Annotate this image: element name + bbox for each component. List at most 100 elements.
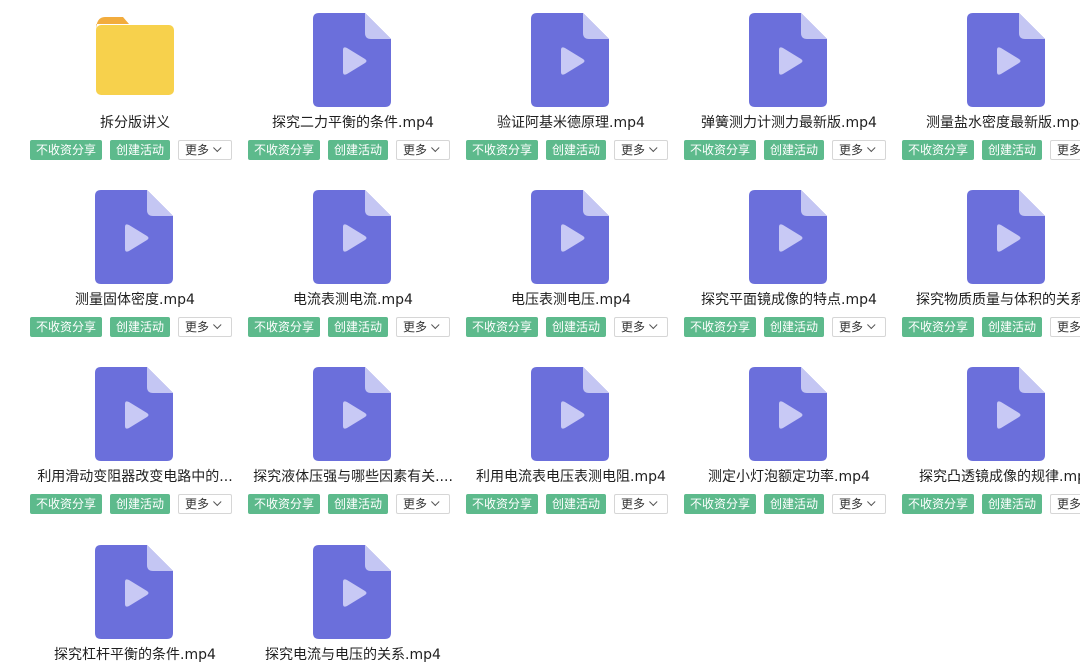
file-tile-9[interactable]: 探究平面镜成像的特点.mp4 不收资分享 创建活动 更多 (684, 190, 894, 340)
create-activity-button[interactable]: 创建活动 (982, 494, 1043, 514)
create-activity-button[interactable]: 创建活动 (546, 317, 607, 337)
file-actions: 不收资分享 创建活动 更多 (248, 317, 451, 339)
more-dropdown[interactable]: 更多 (396, 140, 451, 160)
file-name[interactable]: 探究杠杆平衡的条件.mp4 (20, 645, 250, 665)
more-dropdown[interactable]: 更多 (396, 317, 451, 337)
file-name[interactable]: 电压表测电压.mp4 (456, 290, 686, 310)
more-dropdown[interactable]: 更多 (396, 494, 451, 514)
more-dropdown[interactable]: 更多 (832, 140, 887, 160)
share-button[interactable]: 不收资分享 (30, 140, 103, 160)
file-name[interactable]: 拆分版讲义 (20, 113, 250, 133)
file-name[interactable]: 测定小灯泡额定功率.mp4 (674, 467, 904, 487)
create-activity-button[interactable]: 创建活动 (110, 494, 171, 514)
video-file-icon[interactable] (313, 545, 393, 639)
file-tile-17[interactable]: 探究电流与电压的关系.mp4 (248, 545, 458, 668)
more-dropdown[interactable]: 更多 (832, 494, 887, 514)
file-actions: 不收资分享 创建活动 更多 (466, 317, 669, 339)
file-tile-6[interactable]: 测量固体密度.mp4 不收资分享 创建活动 更多 (30, 190, 240, 340)
create-activity-button[interactable]: 创建活动 (764, 140, 825, 160)
file-actions: 不收资分享 创建活动 更多 (684, 140, 887, 162)
create-activity-button[interactable]: 创建活动 (982, 317, 1043, 337)
more-dropdown[interactable]: 更多 (614, 317, 669, 337)
file-tile-12[interactable]: 探究液体压强与哪些因素有关.... 不收资分享 创建活动 更多 (248, 367, 458, 517)
create-activity-button[interactable]: 创建活动 (110, 317, 171, 337)
file-name[interactable]: 验证阿基米德原理.mp4 (456, 113, 686, 133)
file-tile-16[interactable]: 探究杠杆平衡的条件.mp4 (30, 545, 240, 668)
file-tile-4[interactable]: 弹簧测力计测力最新版.mp4 不收资分享 创建活动 更多 (684, 13, 894, 163)
file-name[interactable]: 探究平面镜成像的特点.mp4 (674, 290, 904, 310)
file-tile-10[interactable]: 探究物质质量与体积的关系最 不收资分享 创建活动 更多 (902, 190, 1080, 340)
file-tile-7[interactable]: 电流表测电流.mp4 不收资分享 创建活动 更多 (248, 190, 458, 340)
more-dropdown[interactable]: 更多 (614, 494, 669, 514)
video-file-icon[interactable] (95, 190, 175, 284)
file-name[interactable]: 弹簧测力计测力最新版.mp4 (674, 113, 904, 133)
file-name[interactable]: 探究电流与电压的关系.mp4 (238, 645, 468, 665)
file-name[interactable]: 探究凸透镜成像的规律.mp4 (892, 467, 1080, 487)
share-button[interactable]: 不收资分享 (30, 317, 103, 337)
share-button[interactable]: 不收资分享 (684, 140, 757, 160)
share-button[interactable]: 不收资分享 (902, 317, 975, 337)
more-dropdown[interactable]: 更多 (832, 317, 887, 337)
more-dropdown[interactable]: 更多 (1050, 494, 1080, 514)
more-dropdown[interactable]: 更多 (178, 140, 233, 160)
create-activity-button[interactable]: 创建活动 (982, 140, 1043, 160)
share-button[interactable]: 不收资分享 (248, 494, 321, 514)
video-file-icon[interactable] (313, 367, 393, 461)
video-file-icon[interactable] (967, 13, 1047, 107)
create-activity-button[interactable]: 创建活动 (110, 140, 171, 160)
share-button[interactable]: 不收资分享 (466, 317, 539, 337)
video-file-icon[interactable] (749, 13, 829, 107)
more-dropdown[interactable]: 更多 (1050, 317, 1080, 337)
file-tile-3[interactable]: 验证阿基米德原理.mp4 不收资分享 创建活动 更多 (466, 13, 676, 163)
file-tile-13[interactable]: 利用电流表电压表测电阻.mp4 不收资分享 创建活动 更多 (466, 367, 676, 517)
file-tile-2[interactable]: 探究二力平衡的条件.mp4 不收资分享 创建活动 更多 (248, 13, 458, 163)
video-file-icon[interactable] (531, 367, 611, 461)
more-dropdown[interactable]: 更多 (178, 494, 233, 514)
video-file-icon[interactable] (313, 13, 393, 107)
video-file-icon[interactable] (313, 190, 393, 284)
create-activity-button[interactable]: 创建活动 (546, 140, 607, 160)
more-dropdown[interactable]: 更多 (614, 140, 669, 160)
file-name[interactable]: 探究液体压强与哪些因素有关.... (238, 467, 468, 487)
more-dropdown[interactable]: 更多 (1050, 140, 1080, 160)
create-activity-button[interactable]: 创建活动 (764, 494, 825, 514)
video-file-icon[interactable] (531, 190, 611, 284)
video-file-icon[interactable] (531, 13, 611, 107)
video-file-icon[interactable] (95, 545, 175, 639)
file-name[interactable]: 测量盐水密度最新版.mp4 (892, 113, 1080, 133)
share-button[interactable]: 不收资分享 (466, 494, 539, 514)
create-activity-button[interactable]: 创建活动 (328, 317, 389, 337)
file-tile-15[interactable]: 探究凸透镜成像的规律.mp4 不收资分享 创建活动 更多 (902, 367, 1080, 517)
file-actions: 不收资分享 创建活动 更多 (902, 317, 1080, 339)
share-button[interactable]: 不收资分享 (684, 494, 757, 514)
file-tile-11[interactable]: 利用滑动变阻器改变电路中的... 不收资分享 创建活动 更多 (30, 367, 240, 517)
share-button[interactable]: 不收资分享 (248, 140, 321, 160)
create-activity-button[interactable]: 创建活动 (328, 494, 389, 514)
create-activity-button[interactable]: 创建活动 (328, 140, 389, 160)
create-activity-button[interactable]: 创建活动 (764, 317, 825, 337)
video-file-icon[interactable] (749, 367, 829, 461)
share-button[interactable]: 不收资分享 (30, 494, 103, 514)
folder-icon[interactable] (95, 13, 175, 107)
video-file-icon[interactable] (967, 190, 1047, 284)
file-tile-14[interactable]: 测定小灯泡额定功率.mp4 不收资分享 创建活动 更多 (684, 367, 894, 517)
more-dropdown[interactable]: 更多 (178, 317, 233, 337)
file-name[interactable]: 探究物质质量与体积的关系最 (892, 290, 1080, 310)
share-button[interactable]: 不收资分享 (466, 140, 539, 160)
video-file-icon[interactable] (967, 367, 1047, 461)
file-tile-1[interactable]: 拆分版讲义 不收资分享 创建活动 更多 (30, 13, 240, 163)
share-button[interactable]: 不收资分享 (902, 140, 975, 160)
file-name[interactable]: 探究二力平衡的条件.mp4 (238, 113, 468, 133)
file-name[interactable]: 测量固体密度.mp4 (20, 290, 250, 310)
create-activity-button[interactable]: 创建活动 (546, 494, 607, 514)
file-name[interactable]: 电流表测电流.mp4 (238, 290, 468, 310)
video-file-icon[interactable] (749, 190, 829, 284)
share-button[interactable]: 不收资分享 (248, 317, 321, 337)
file-name[interactable]: 利用电流表电压表测电阻.mp4 (456, 467, 686, 487)
video-file-icon[interactable] (95, 367, 175, 461)
share-button[interactable]: 不收资分享 (684, 317, 757, 337)
file-tile-5[interactable]: 测量盐水密度最新版.mp4 不收资分享 创建活动 更多 (902, 13, 1080, 163)
file-tile-8[interactable]: 电压表测电压.mp4 不收资分享 创建活动 更多 (466, 190, 676, 340)
share-button[interactable]: 不收资分享 (902, 494, 975, 514)
file-name[interactable]: 利用滑动变阻器改变电路中的... (20, 467, 250, 487)
